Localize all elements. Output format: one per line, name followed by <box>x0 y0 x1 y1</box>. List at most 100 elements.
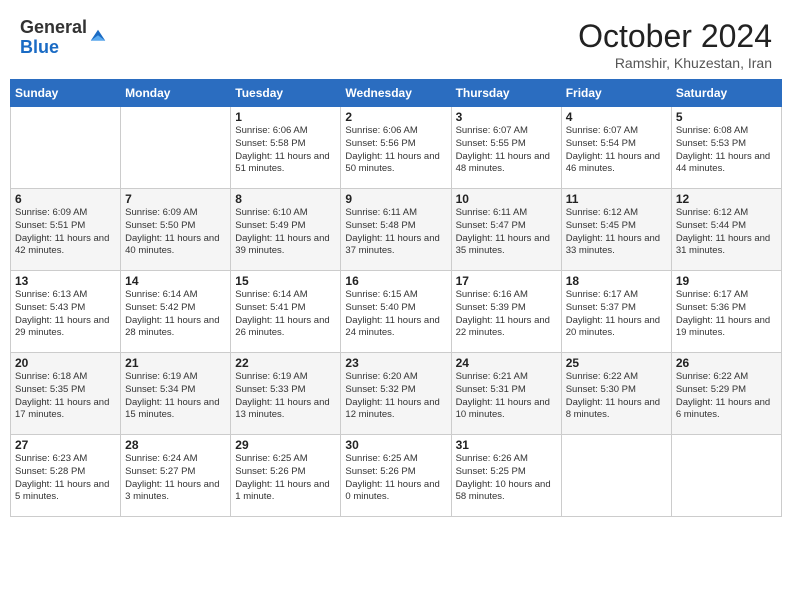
day-info: Sunrise: 6:09 AM Sunset: 5:51 PM Dayligh… <box>15 207 116 258</box>
day-number: 2 <box>345 110 446 124</box>
day-info: Sunrise: 6:08 AM Sunset: 5:53 PM Dayligh… <box>676 125 777 176</box>
calendar-cell: 28Sunrise: 6:24 AM Sunset: 5:27 PM Dayli… <box>121 435 231 517</box>
weekday-header-sunday: Sunday <box>11 80 121 107</box>
calendar-cell: 14Sunrise: 6:14 AM Sunset: 5:42 PM Dayli… <box>121 271 231 353</box>
day-number: 14 <box>125 274 226 288</box>
calendar-cell: 17Sunrise: 6:16 AM Sunset: 5:39 PM Dayli… <box>451 271 561 353</box>
logo-icon <box>89 28 107 46</box>
page-header: General Blue October 2024 Ramshir, Khuze… <box>10 10 782 75</box>
day-info: Sunrise: 6:15 AM Sunset: 5:40 PM Dayligh… <box>345 289 446 340</box>
calendar-cell: 11Sunrise: 6:12 AM Sunset: 5:45 PM Dayli… <box>561 189 671 271</box>
day-info: Sunrise: 6:19 AM Sunset: 5:34 PM Dayligh… <box>125 371 226 422</box>
day-number: 10 <box>456 192 557 206</box>
calendar-cell: 27Sunrise: 6:23 AM Sunset: 5:28 PM Dayli… <box>11 435 121 517</box>
calendar-table: SundayMondayTuesdayWednesdayThursdayFrid… <box>10 79 782 517</box>
calendar-cell <box>121 107 231 189</box>
title-block: October 2024 Ramshir, Khuzestan, Iran <box>578 18 772 71</box>
day-number: 25 <box>566 356 667 370</box>
day-number: 28 <box>125 438 226 452</box>
calendar-cell: 12Sunrise: 6:12 AM Sunset: 5:44 PM Dayli… <box>671 189 781 271</box>
month-title: October 2024 <box>578 18 772 55</box>
calendar-cell: 20Sunrise: 6:18 AM Sunset: 5:35 PM Dayli… <box>11 353 121 435</box>
calendar-cell: 1Sunrise: 6:06 AM Sunset: 5:58 PM Daylig… <box>231 107 341 189</box>
calendar-cell: 16Sunrise: 6:15 AM Sunset: 5:40 PM Dayli… <box>341 271 451 353</box>
weekday-header-row: SundayMondayTuesdayWednesdayThursdayFrid… <box>11 80 782 107</box>
day-number: 5 <box>676 110 777 124</box>
day-info: Sunrise: 6:21 AM Sunset: 5:31 PM Dayligh… <box>456 371 557 422</box>
day-number: 12 <box>676 192 777 206</box>
day-number: 26 <box>676 356 777 370</box>
calendar-cell: 23Sunrise: 6:20 AM Sunset: 5:32 PM Dayli… <box>341 353 451 435</box>
day-number: 15 <box>235 274 336 288</box>
weekday-header-monday: Monday <box>121 80 231 107</box>
calendar-cell: 5Sunrise: 6:08 AM Sunset: 5:53 PM Daylig… <box>671 107 781 189</box>
day-number: 17 <box>456 274 557 288</box>
day-number: 21 <box>125 356 226 370</box>
calendar-cell: 29Sunrise: 6:25 AM Sunset: 5:26 PM Dayli… <box>231 435 341 517</box>
day-info: Sunrise: 6:14 AM Sunset: 5:41 PM Dayligh… <box>235 289 336 340</box>
day-info: Sunrise: 6:12 AM Sunset: 5:44 PM Dayligh… <box>676 207 777 258</box>
day-number: 1 <box>235 110 336 124</box>
calendar-cell: 25Sunrise: 6:22 AM Sunset: 5:30 PM Dayli… <box>561 353 671 435</box>
day-info: Sunrise: 6:17 AM Sunset: 5:37 PM Dayligh… <box>566 289 667 340</box>
day-info: Sunrise: 6:20 AM Sunset: 5:32 PM Dayligh… <box>345 371 446 422</box>
calendar-cell: 24Sunrise: 6:21 AM Sunset: 5:31 PM Dayli… <box>451 353 561 435</box>
calendar-cell: 31Sunrise: 6:26 AM Sunset: 5:25 PM Dayli… <box>451 435 561 517</box>
day-number: 22 <box>235 356 336 370</box>
calendar-week-5: 27Sunrise: 6:23 AM Sunset: 5:28 PM Dayli… <box>11 435 782 517</box>
day-info: Sunrise: 6:22 AM Sunset: 5:30 PM Dayligh… <box>566 371 667 422</box>
day-info: Sunrise: 6:13 AM Sunset: 5:43 PM Dayligh… <box>15 289 116 340</box>
day-number: 23 <box>345 356 446 370</box>
weekday-header-thursday: Thursday <box>451 80 561 107</box>
day-number: 11 <box>566 192 667 206</box>
logo-blue-text: Blue <box>20 38 87 58</box>
calendar-cell: 8Sunrise: 6:10 AM Sunset: 5:49 PM Daylig… <box>231 189 341 271</box>
day-info: Sunrise: 6:16 AM Sunset: 5:39 PM Dayligh… <box>456 289 557 340</box>
day-number: 6 <box>15 192 116 206</box>
logo: General Blue <box>20 18 107 58</box>
calendar-cell: 3Sunrise: 6:07 AM Sunset: 5:55 PM Daylig… <box>451 107 561 189</box>
day-info: Sunrise: 6:24 AM Sunset: 5:27 PM Dayligh… <box>125 453 226 504</box>
day-info: Sunrise: 6:25 AM Sunset: 5:26 PM Dayligh… <box>345 453 446 504</box>
calendar-week-4: 20Sunrise: 6:18 AM Sunset: 5:35 PM Dayli… <box>11 353 782 435</box>
calendar-cell: 21Sunrise: 6:19 AM Sunset: 5:34 PM Dayli… <box>121 353 231 435</box>
day-info: Sunrise: 6:25 AM Sunset: 5:26 PM Dayligh… <box>235 453 336 504</box>
day-info: Sunrise: 6:23 AM Sunset: 5:28 PM Dayligh… <box>15 453 116 504</box>
day-number: 13 <box>15 274 116 288</box>
day-number: 31 <box>456 438 557 452</box>
day-number: 9 <box>345 192 446 206</box>
day-info: Sunrise: 6:06 AM Sunset: 5:56 PM Dayligh… <box>345 125 446 176</box>
calendar-cell <box>11 107 121 189</box>
day-number: 19 <box>676 274 777 288</box>
calendar-cell <box>561 435 671 517</box>
day-info: Sunrise: 6:17 AM Sunset: 5:36 PM Dayligh… <box>676 289 777 340</box>
day-number: 3 <box>456 110 557 124</box>
day-info: Sunrise: 6:14 AM Sunset: 5:42 PM Dayligh… <box>125 289 226 340</box>
logo-general-text: General <box>20 18 87 38</box>
weekday-header-wednesday: Wednesday <box>341 80 451 107</box>
calendar-cell: 15Sunrise: 6:14 AM Sunset: 5:41 PM Dayli… <box>231 271 341 353</box>
calendar-cell <box>671 435 781 517</box>
day-info: Sunrise: 6:22 AM Sunset: 5:29 PM Dayligh… <box>676 371 777 422</box>
day-info: Sunrise: 6:11 AM Sunset: 5:48 PM Dayligh… <box>345 207 446 258</box>
calendar-cell: 6Sunrise: 6:09 AM Sunset: 5:51 PM Daylig… <box>11 189 121 271</box>
day-number: 30 <box>345 438 446 452</box>
day-number: 24 <box>456 356 557 370</box>
location-subtitle: Ramshir, Khuzestan, Iran <box>578 55 772 71</box>
calendar-week-3: 13Sunrise: 6:13 AM Sunset: 5:43 PM Dayli… <box>11 271 782 353</box>
calendar-cell: 19Sunrise: 6:17 AM Sunset: 5:36 PM Dayli… <box>671 271 781 353</box>
day-number: 7 <box>125 192 226 206</box>
calendar-cell: 2Sunrise: 6:06 AM Sunset: 5:56 PM Daylig… <box>341 107 451 189</box>
weekday-header-tuesday: Tuesday <box>231 80 341 107</box>
day-info: Sunrise: 6:26 AM Sunset: 5:25 PM Dayligh… <box>456 453 557 504</box>
calendar-cell: 22Sunrise: 6:19 AM Sunset: 5:33 PM Dayli… <box>231 353 341 435</box>
day-info: Sunrise: 6:06 AM Sunset: 5:58 PM Dayligh… <box>235 125 336 176</box>
day-number: 29 <box>235 438 336 452</box>
day-info: Sunrise: 6:09 AM Sunset: 5:50 PM Dayligh… <box>125 207 226 258</box>
day-number: 18 <box>566 274 667 288</box>
calendar-cell: 26Sunrise: 6:22 AM Sunset: 5:29 PM Dayli… <box>671 353 781 435</box>
calendar-cell: 10Sunrise: 6:11 AM Sunset: 5:47 PM Dayli… <box>451 189 561 271</box>
day-info: Sunrise: 6:18 AM Sunset: 5:35 PM Dayligh… <box>15 371 116 422</box>
day-number: 4 <box>566 110 667 124</box>
day-info: Sunrise: 6:12 AM Sunset: 5:45 PM Dayligh… <box>566 207 667 258</box>
